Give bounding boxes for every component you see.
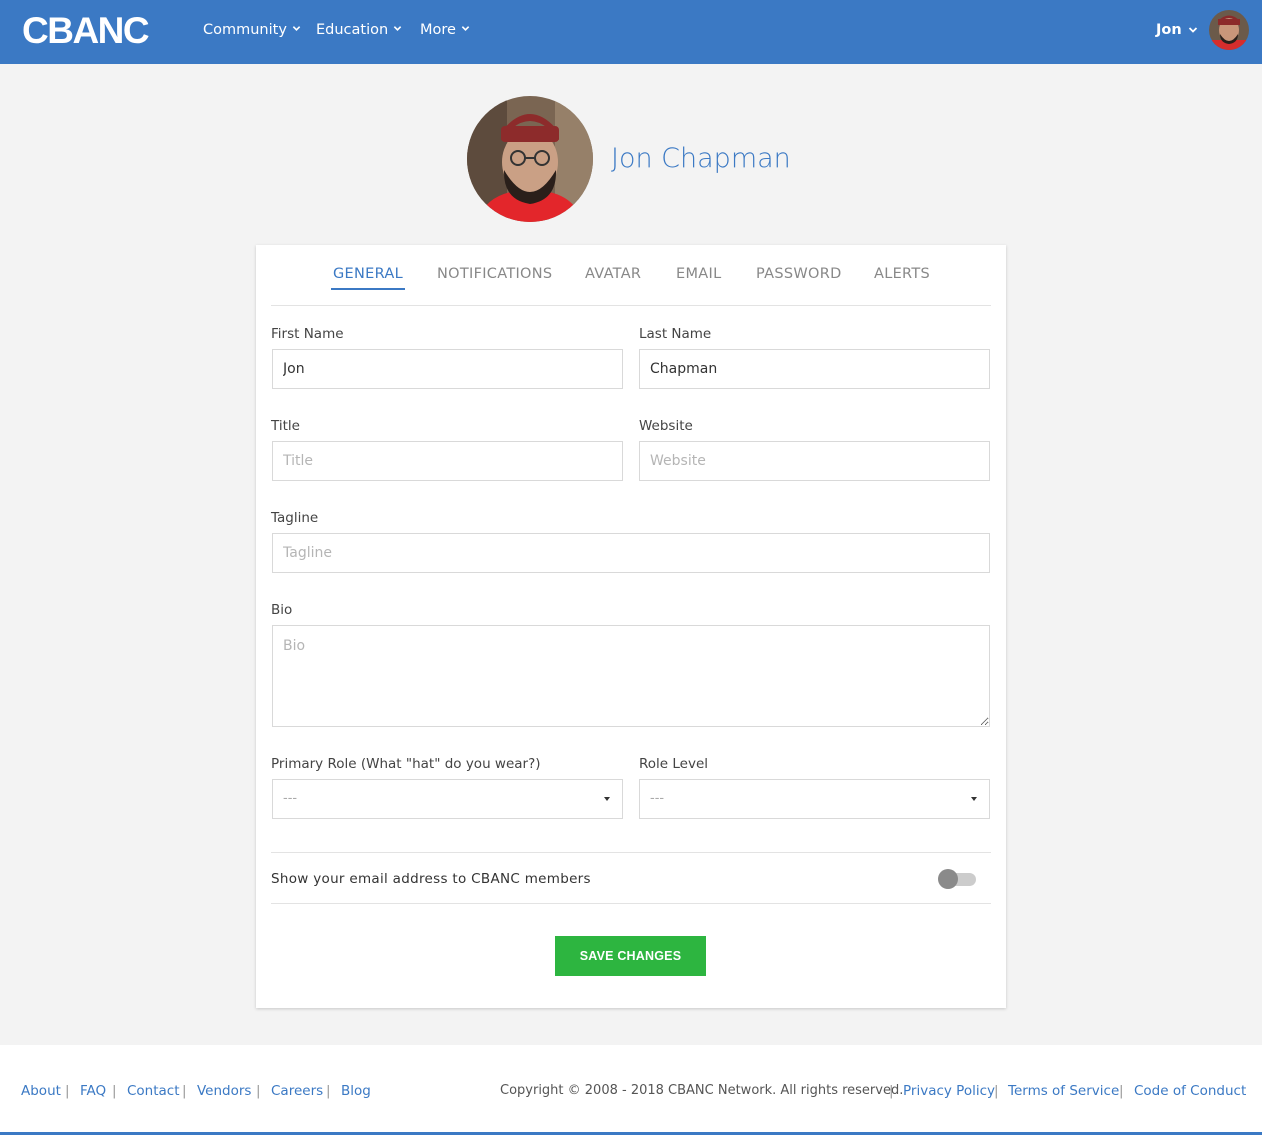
tagline-field[interactable]	[272, 533, 990, 573]
chevron-down-icon[interactable]	[1188, 20, 1200, 40]
tab-alerts[interactable]: ALERTS	[874, 264, 930, 290]
profile-avatar	[467, 96, 593, 222]
tab-notifications[interactable]: NOTIFICATIONS	[437, 264, 552, 290]
separator: |	[182, 1083, 187, 1099]
role-level-value: ---	[650, 791, 665, 806]
nav-more-label: More	[420, 22, 456, 38]
title-label: Title	[271, 418, 300, 434]
save-changes-button[interactable]: SAVE CHANGES	[555, 936, 706, 976]
primary-role-select[interactable]: ---	[272, 779, 623, 819]
separator: |	[65, 1083, 70, 1099]
divider	[271, 852, 991, 853]
footer-link-about[interactable]: About	[21, 1082, 61, 1100]
first-name-field[interactable]	[272, 349, 623, 389]
last-name-field[interactable]	[639, 349, 990, 389]
nav-education-label: Education	[316, 22, 389, 38]
show-email-toggle[interactable]	[938, 869, 976, 889]
separator: |	[256, 1083, 261, 1099]
footer-link-careers[interactable]: Careers	[271, 1082, 323, 1100]
tab-avatar[interactable]: AVATAR	[585, 264, 641, 290]
footer-link-contact[interactable]: Contact	[127, 1082, 180, 1100]
separator: |	[889, 1083, 894, 1099]
tagline-label: Tagline	[271, 510, 319, 526]
title-field[interactable]	[272, 441, 623, 481]
first-name-label: First Name	[271, 326, 344, 342]
website-label: Website	[639, 418, 693, 434]
primary-role-label: Primary Role (What "hat" do you wear?)	[271, 756, 541, 772]
separator: |	[326, 1083, 331, 1099]
role-level-select[interactable]: ---	[639, 779, 990, 819]
footer-link-vendors[interactable]: Vendors	[197, 1082, 251, 1100]
nav-more[interactable]: More	[420, 20, 470, 40]
tab-general[interactable]: GENERAL	[331, 264, 405, 290]
tab-password[interactable]: PASSWORD	[756, 264, 842, 290]
toggle-knob	[938, 869, 958, 889]
separator: |	[112, 1083, 117, 1099]
separator: |	[1119, 1083, 1124, 1099]
caret-down-icon	[604, 797, 610, 801]
caret-down-icon	[971, 797, 977, 801]
nav-community-label: Community	[203, 22, 287, 38]
settings-tabs: GENERAL NOTIFICATIONS AVATAR EMAIL PASSW…	[271, 245, 991, 306]
chevron-down-icon	[461, 20, 470, 40]
bio-textarea[interactable]	[272, 625, 990, 727]
profile-full-name: Jon Chapman	[611, 143, 791, 174]
website-field[interactable]	[639, 441, 990, 481]
last-name-label: Last Name	[639, 326, 712, 342]
primary-role-value: ---	[283, 791, 298, 806]
footer-link-code-of-conduct[interactable]: Code of Conduct	[1134, 1082, 1246, 1100]
cbanc-logo[interactable]: CBANC	[22, 11, 150, 51]
footer: About | FAQ | Contact | Vendors | Career…	[0, 1045, 1262, 1135]
nav-community[interactable]: Community	[203, 20, 301, 40]
chevron-down-icon	[393, 20, 402, 40]
bio-label: Bio	[271, 602, 293, 618]
tab-email[interactable]: EMAIL	[676, 264, 721, 290]
footer-link-blog[interactable]: Blog	[341, 1082, 371, 1100]
nav-education[interactable]: Education	[316, 20, 402, 40]
separator: |	[994, 1083, 999, 1099]
role-level-label: Role Level	[639, 756, 709, 772]
user-avatar[interactable]	[1209, 10, 1249, 50]
settings-card: GENERAL NOTIFICATIONS AVATAR EMAIL PASSW…	[256, 245, 1006, 1008]
footer-link-terms-of-service[interactable]: Terms of Service	[1008, 1082, 1119, 1100]
top-navbar: CBANC Community Education More Jon	[0, 0, 1262, 64]
divider	[271, 903, 991, 904]
footer-link-faq[interactable]: FAQ	[80, 1082, 106, 1100]
footer-link-privacy-policy[interactable]: Privacy Policy	[903, 1082, 995, 1100]
chevron-down-icon	[292, 20, 301, 40]
copyright-text: Copyright © 2008 - 2018 CBANC Network. A…	[500, 1083, 904, 1098]
user-menu-name[interactable]: Jon	[1156, 20, 1182, 40]
show-email-label: Show your email address to CBANC members	[271, 871, 591, 887]
